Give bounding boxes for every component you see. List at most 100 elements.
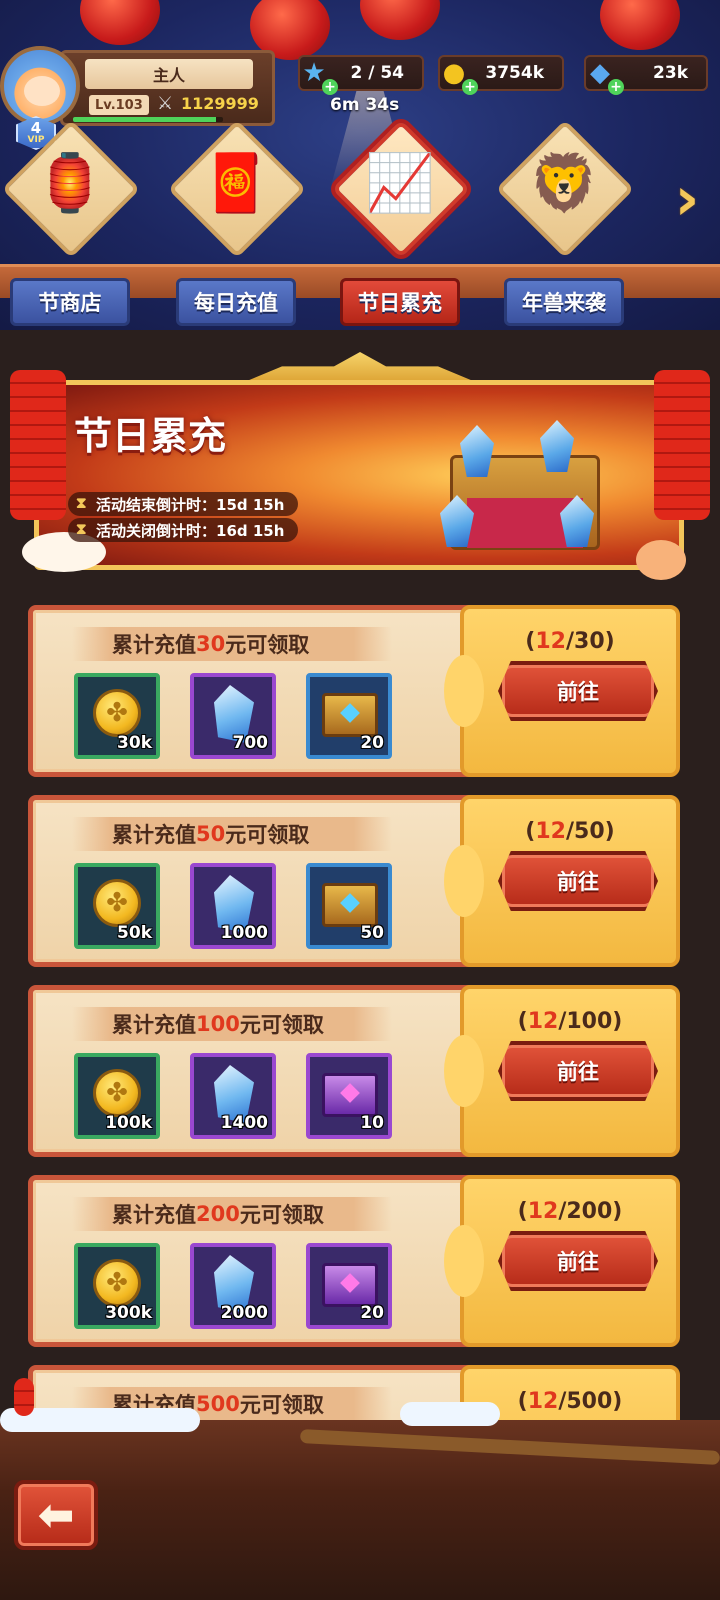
- gold-coins-envelope-icon: 🧧: [201, 151, 271, 216]
- reward-count: 20: [360, 733, 384, 753]
- stamina-value: 2 / 54: [350, 63, 404, 83]
- hourglass-icon: ⧗: [76, 494, 87, 512]
- recharge-task-card: 累计充值 50 元可领取 ✤ 50k 1000 50 (12/50) 前往: [28, 795, 680, 967]
- event-close-countdown: ⧗ 活动关闭倒计时：16d 15h: [68, 518, 299, 542]
- progress-current: 12: [535, 629, 566, 654]
- task-amount: 100: [196, 1012, 240, 1036]
- reward-count: 100k: [105, 1113, 152, 1133]
- go-button[interactable]: 前往: [498, 1041, 658, 1101]
- back-button[interactable]: ⬅: [14, 1480, 98, 1550]
- progress-open: (: [517, 1389, 528, 1414]
- tab-festival-cumulative[interactable]: 📈 节日累充: [330, 119, 471, 340]
- firecracker-icon: [654, 370, 710, 520]
- progress-open: (: [517, 1199, 528, 1224]
- arrow-left-icon: ⬅: [37, 1489, 75, 1541]
- player-power: 1129999: [181, 94, 259, 113]
- stamina-resource[interactable]: ★ + 2 / 54: [298, 55, 424, 95]
- reward-count: 300k: [105, 1303, 152, 1323]
- gold-coin-icon: ✤: [93, 689, 141, 737]
- reward-item[interactable]: 1400: [190, 1053, 276, 1139]
- stamina-timer: 6m 34s: [330, 95, 400, 115]
- tab-daily-recharge[interactable]: 🧧 每日充值: [166, 119, 307, 340]
- red-lantern-icon: [600, 0, 680, 50]
- reward-count: 1400: [220, 1113, 268, 1133]
- reward-item[interactable]: 700: [190, 673, 276, 759]
- avatar[interactable]: [0, 46, 80, 126]
- progress-current: 12: [527, 1389, 559, 1414]
- task-title: 累计充值 200 元可领取: [72, 1197, 392, 1231]
- reward-count: 20: [360, 1303, 384, 1323]
- panel-notch: [444, 845, 484, 917]
- go-button[interactable]: 前往: [498, 1231, 658, 1291]
- add-gems-icon[interactable]: +: [608, 79, 624, 95]
- purple-chest-icon: [322, 1263, 378, 1307]
- task-title-prefix: 累计充值: [112, 1013, 196, 1037]
- add-gold-icon[interactable]: +: [462, 79, 478, 95]
- task-title-suffix: 元可领取: [225, 633, 310, 657]
- reward-item[interactable]: 1000: [190, 863, 276, 949]
- progress-open: (: [525, 819, 536, 844]
- treasure-chest-illustration: [390, 405, 650, 555]
- task-progress: (12/30): [470, 629, 670, 654]
- reward-item[interactable]: 20: [306, 1243, 392, 1329]
- red-lantern-icon: [360, 0, 440, 40]
- go-button[interactable]: 前往: [498, 851, 658, 911]
- player-name: 主人: [85, 59, 253, 89]
- task-title-suffix: 元可领取: [239, 1203, 324, 1227]
- banner-title: 节日累充: [74, 414, 227, 458]
- gold-resource[interactable]: ● + 3754k: [438, 55, 564, 95]
- player-card[interactable]: 主人 Lv.103 ⚔ 1129999: [60, 50, 275, 126]
- tab-nian-beast[interactable]: 🦁 年兽来袭: [494, 119, 635, 340]
- task-title-suffix: 元可领取: [239, 1013, 324, 1037]
- task-title-prefix: 累计充值: [112, 633, 196, 657]
- task-title: 累计充值 100 元可领取: [72, 1007, 392, 1041]
- reward-count: 1000: [220, 923, 268, 943]
- hourglass-icon: ⧗: [76, 520, 87, 538]
- progress-current: 12: [527, 1009, 559, 1034]
- reward-count: 50k: [117, 923, 152, 943]
- tab-festival-shop[interactable]: 🏮 节商店: [0, 119, 141, 340]
- chevron-right-icon[interactable]: ›: [666, 165, 708, 233]
- panel-notch: [444, 1035, 484, 1107]
- task-amount: 30: [196, 632, 226, 656]
- snow-decoration: [400, 1402, 500, 1426]
- task-amount: 200: [196, 1202, 240, 1226]
- reward-item[interactable]: 10: [306, 1053, 392, 1139]
- tab-label: 年兽来袭: [504, 278, 624, 326]
- gems-value: 23k: [653, 63, 688, 83]
- task-amount: 50: [196, 822, 226, 846]
- growth-scroll-icon: 📈: [365, 151, 435, 216]
- reward-item[interactable]: 50: [306, 863, 392, 949]
- task-progress: (12/100): [470, 1009, 670, 1034]
- reward-item[interactable]: 2000: [190, 1243, 276, 1329]
- event-end-countdown-text: 活动结束倒计时：15d 15h: [96, 495, 285, 514]
- reward-item[interactable]: ✤ 100k: [74, 1053, 160, 1139]
- gold-coin-icon: ✤: [93, 879, 141, 927]
- task-title: 累计充值 50 元可领取: [72, 817, 392, 851]
- reward-item[interactable]: ✤ 30k: [74, 673, 160, 759]
- panel-notch: [444, 1225, 484, 1297]
- xp-bar-fill: [73, 117, 216, 122]
- progress-open: (: [525, 629, 536, 654]
- red-lantern-icon: [80, 0, 160, 45]
- firecracker-icon: [10, 370, 66, 520]
- task-title-prefix: 累计充值: [112, 1203, 196, 1227]
- recharge-task-card: 累计充值 100 元可领取 ✤ 100k 1400 10 (12/100) 前往: [28, 985, 680, 1157]
- blue-chest-icon: [322, 693, 378, 737]
- reward-item[interactable]: ✤ 50k: [74, 863, 160, 949]
- purple-chest-icon: [322, 1073, 378, 1117]
- task-progress: (12/200): [470, 1199, 670, 1224]
- task-progress: (12/500): [470, 1389, 670, 1414]
- task-amount: 500: [196, 1392, 240, 1416]
- task-title-suffix: 元可领取: [239, 1393, 324, 1417]
- add-stamina-icon[interactable]: +: [322, 79, 338, 95]
- go-button[interactable]: 前往: [498, 661, 658, 721]
- reward-item[interactable]: 20: [306, 673, 392, 759]
- gold-coin-icon: ✤: [93, 1069, 141, 1117]
- reward-item[interactable]: ✤ 300k: [74, 1243, 160, 1329]
- gems-resource[interactable]: ◆ + 23k: [584, 55, 708, 95]
- task-progress: (12/50): [470, 819, 670, 844]
- tab-label: 节商店: [10, 278, 130, 326]
- task-title-suffix: 元可领取: [225, 823, 310, 847]
- tab-label: 节日累充: [340, 278, 460, 326]
